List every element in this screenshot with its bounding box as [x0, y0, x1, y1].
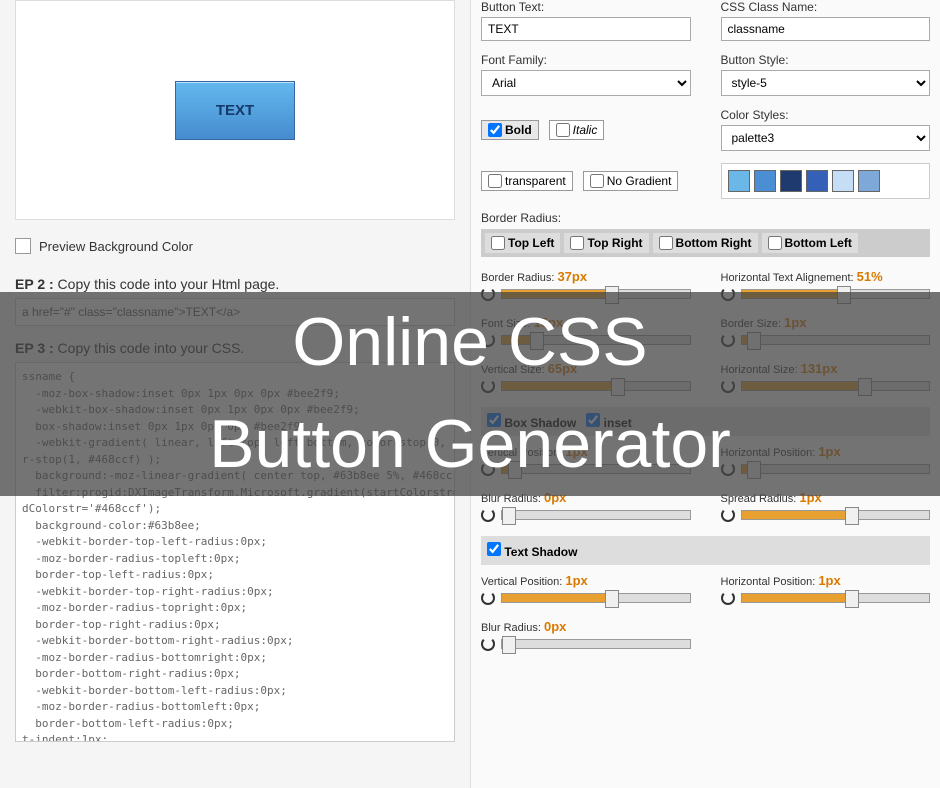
- button-style-select[interactable]: style-5: [721, 70, 931, 96]
- step3-title: EP 3 : Copy this code into your CSS.: [15, 340, 455, 356]
- slider-track-font-size[interactable]: [501, 335, 691, 345]
- bg-color-row: Preview Background Color: [15, 230, 455, 262]
- color-styles-select[interactable]: palette3: [721, 125, 931, 151]
- slider-spread: Spread Radius: 1px: [721, 490, 931, 522]
- slider-track-blur2[interactable]: [501, 639, 691, 649]
- bg-color-swatch[interactable]: [15, 238, 31, 254]
- slider-track-h-pos1[interactable]: [741, 464, 931, 474]
- box-shadow-header: Box Shadow inset: [481, 407, 930, 436]
- italic-checkbox[interactable]: Italic: [549, 120, 605, 140]
- slider-track-v-pos1[interactable]: [501, 464, 691, 474]
- corner-bottom-right[interactable]: Bottom Right: [653, 233, 758, 253]
- refresh-icon[interactable]: [481, 462, 495, 476]
- preview-button[interactable]: TEXT: [175, 81, 295, 140]
- refresh-icon[interactable]: [481, 637, 495, 651]
- font-family-select[interactable]: Arial: [481, 70, 691, 96]
- no-gradient-checkbox[interactable]: No Gradient: [583, 171, 679, 191]
- slider-track-v-pos2[interactable]: [501, 593, 691, 603]
- slider-v-pos1: Vertical Position: 1px: [481, 444, 691, 476]
- palette-swatch-5[interactable]: [858, 170, 880, 192]
- slider-border-size: Border Size: 1px: [721, 315, 931, 347]
- inset-checkbox[interactable]: inset: [586, 413, 631, 430]
- slider-h-pos1: Horizontal Position: 1px: [721, 444, 931, 476]
- step2-code[interactable]: a href="#" class="classname">TEXT</a>: [15, 298, 455, 326]
- slider-border-radius: Border Radius: 37px: [481, 269, 691, 301]
- transparent-checkbox[interactable]: transparent: [481, 171, 573, 191]
- slider-h-align: Horizontal Text Alignement: 51%: [721, 269, 931, 301]
- refresh-icon[interactable]: [721, 287, 735, 301]
- button-text-input[interactable]: [481, 17, 691, 41]
- text-shadow-checkbox[interactable]: Text Shadow: [487, 542, 577, 559]
- slider-track-border-size[interactable]: [741, 335, 931, 345]
- slider-v-pos2: Vertical Position: 1px: [481, 573, 691, 605]
- slider-track-h-pos2[interactable]: [741, 593, 931, 603]
- step2-title: EP 2 : Copy this code into your Html pag…: [15, 276, 455, 292]
- corner-bottom-left[interactable]: Bottom Left: [762, 233, 858, 253]
- refresh-icon[interactable]: [721, 508, 735, 522]
- refresh-icon[interactable]: [481, 379, 495, 393]
- slider-track-blur1[interactable]: [501, 510, 691, 520]
- palette-swatch-1[interactable]: [754, 170, 776, 192]
- border-radius-label: Border Radius:: [481, 211, 930, 225]
- preview-area: TEXT: [15, 0, 455, 220]
- palette: [721, 163, 931, 199]
- refresh-icon[interactable]: [721, 462, 735, 476]
- corner-top-left[interactable]: Top Left: [485, 233, 560, 253]
- step3-code[interactable]: ssname { -moz-box-shadow:inset 0px 1px 0…: [15, 362, 455, 742]
- slider-track-h-size[interactable]: [741, 381, 931, 391]
- palette-swatch-3[interactable]: [806, 170, 828, 192]
- slider-track-border-radius[interactable]: [501, 289, 691, 299]
- slider-blur1: Blur Radius: 0px: [481, 490, 691, 522]
- palette-swatch-4[interactable]: [832, 170, 854, 192]
- font-family-label: Font Family:: [481, 53, 691, 67]
- palette-swatch-2[interactable]: [780, 170, 802, 192]
- button-style-label: Button Style:: [721, 53, 931, 67]
- slider-font-size: Font Size: 15px: [481, 315, 691, 347]
- bg-color-label: Preview Background Color: [39, 239, 193, 254]
- refresh-icon[interactable]: [481, 333, 495, 347]
- slider-track-h-align[interactable]: [741, 289, 931, 299]
- border-radius-corners: Top Left Top Right Bottom Right Bottom L…: [481, 229, 930, 257]
- button-text-label: Button Text:: [481, 0, 691, 14]
- text-shadow-header: Text Shadow: [481, 536, 930, 565]
- corner-top-right[interactable]: Top Right: [564, 233, 648, 253]
- css-class-label: CSS Class Name:: [721, 0, 931, 14]
- refresh-icon[interactable]: [481, 591, 495, 605]
- refresh-icon[interactable]: [721, 333, 735, 347]
- slider-track-spread[interactable]: [741, 510, 931, 520]
- slider-blur2: Blur Radius: 0px: [481, 619, 691, 651]
- slider-h-pos2: Horizontal Position: 1px: [721, 573, 931, 605]
- css-class-input[interactable]: [721, 17, 931, 41]
- palette-swatch-0[interactable]: [728, 170, 750, 192]
- refresh-icon[interactable]: [481, 508, 495, 522]
- slider-track-v-size[interactable]: [501, 381, 691, 391]
- refresh-icon[interactable]: [721, 379, 735, 393]
- slider-h-size: Horizontal Size: 131px: [721, 361, 931, 393]
- box-shadow-checkbox[interactable]: Box Shadow: [487, 413, 576, 430]
- refresh-icon[interactable]: [721, 591, 735, 605]
- color-styles-label: Color Styles:: [721, 108, 931, 122]
- slider-v-size: Vertical Size: 65px: [481, 361, 691, 393]
- refresh-icon[interactable]: [481, 287, 495, 301]
- bold-checkbox[interactable]: Bold: [481, 120, 539, 140]
